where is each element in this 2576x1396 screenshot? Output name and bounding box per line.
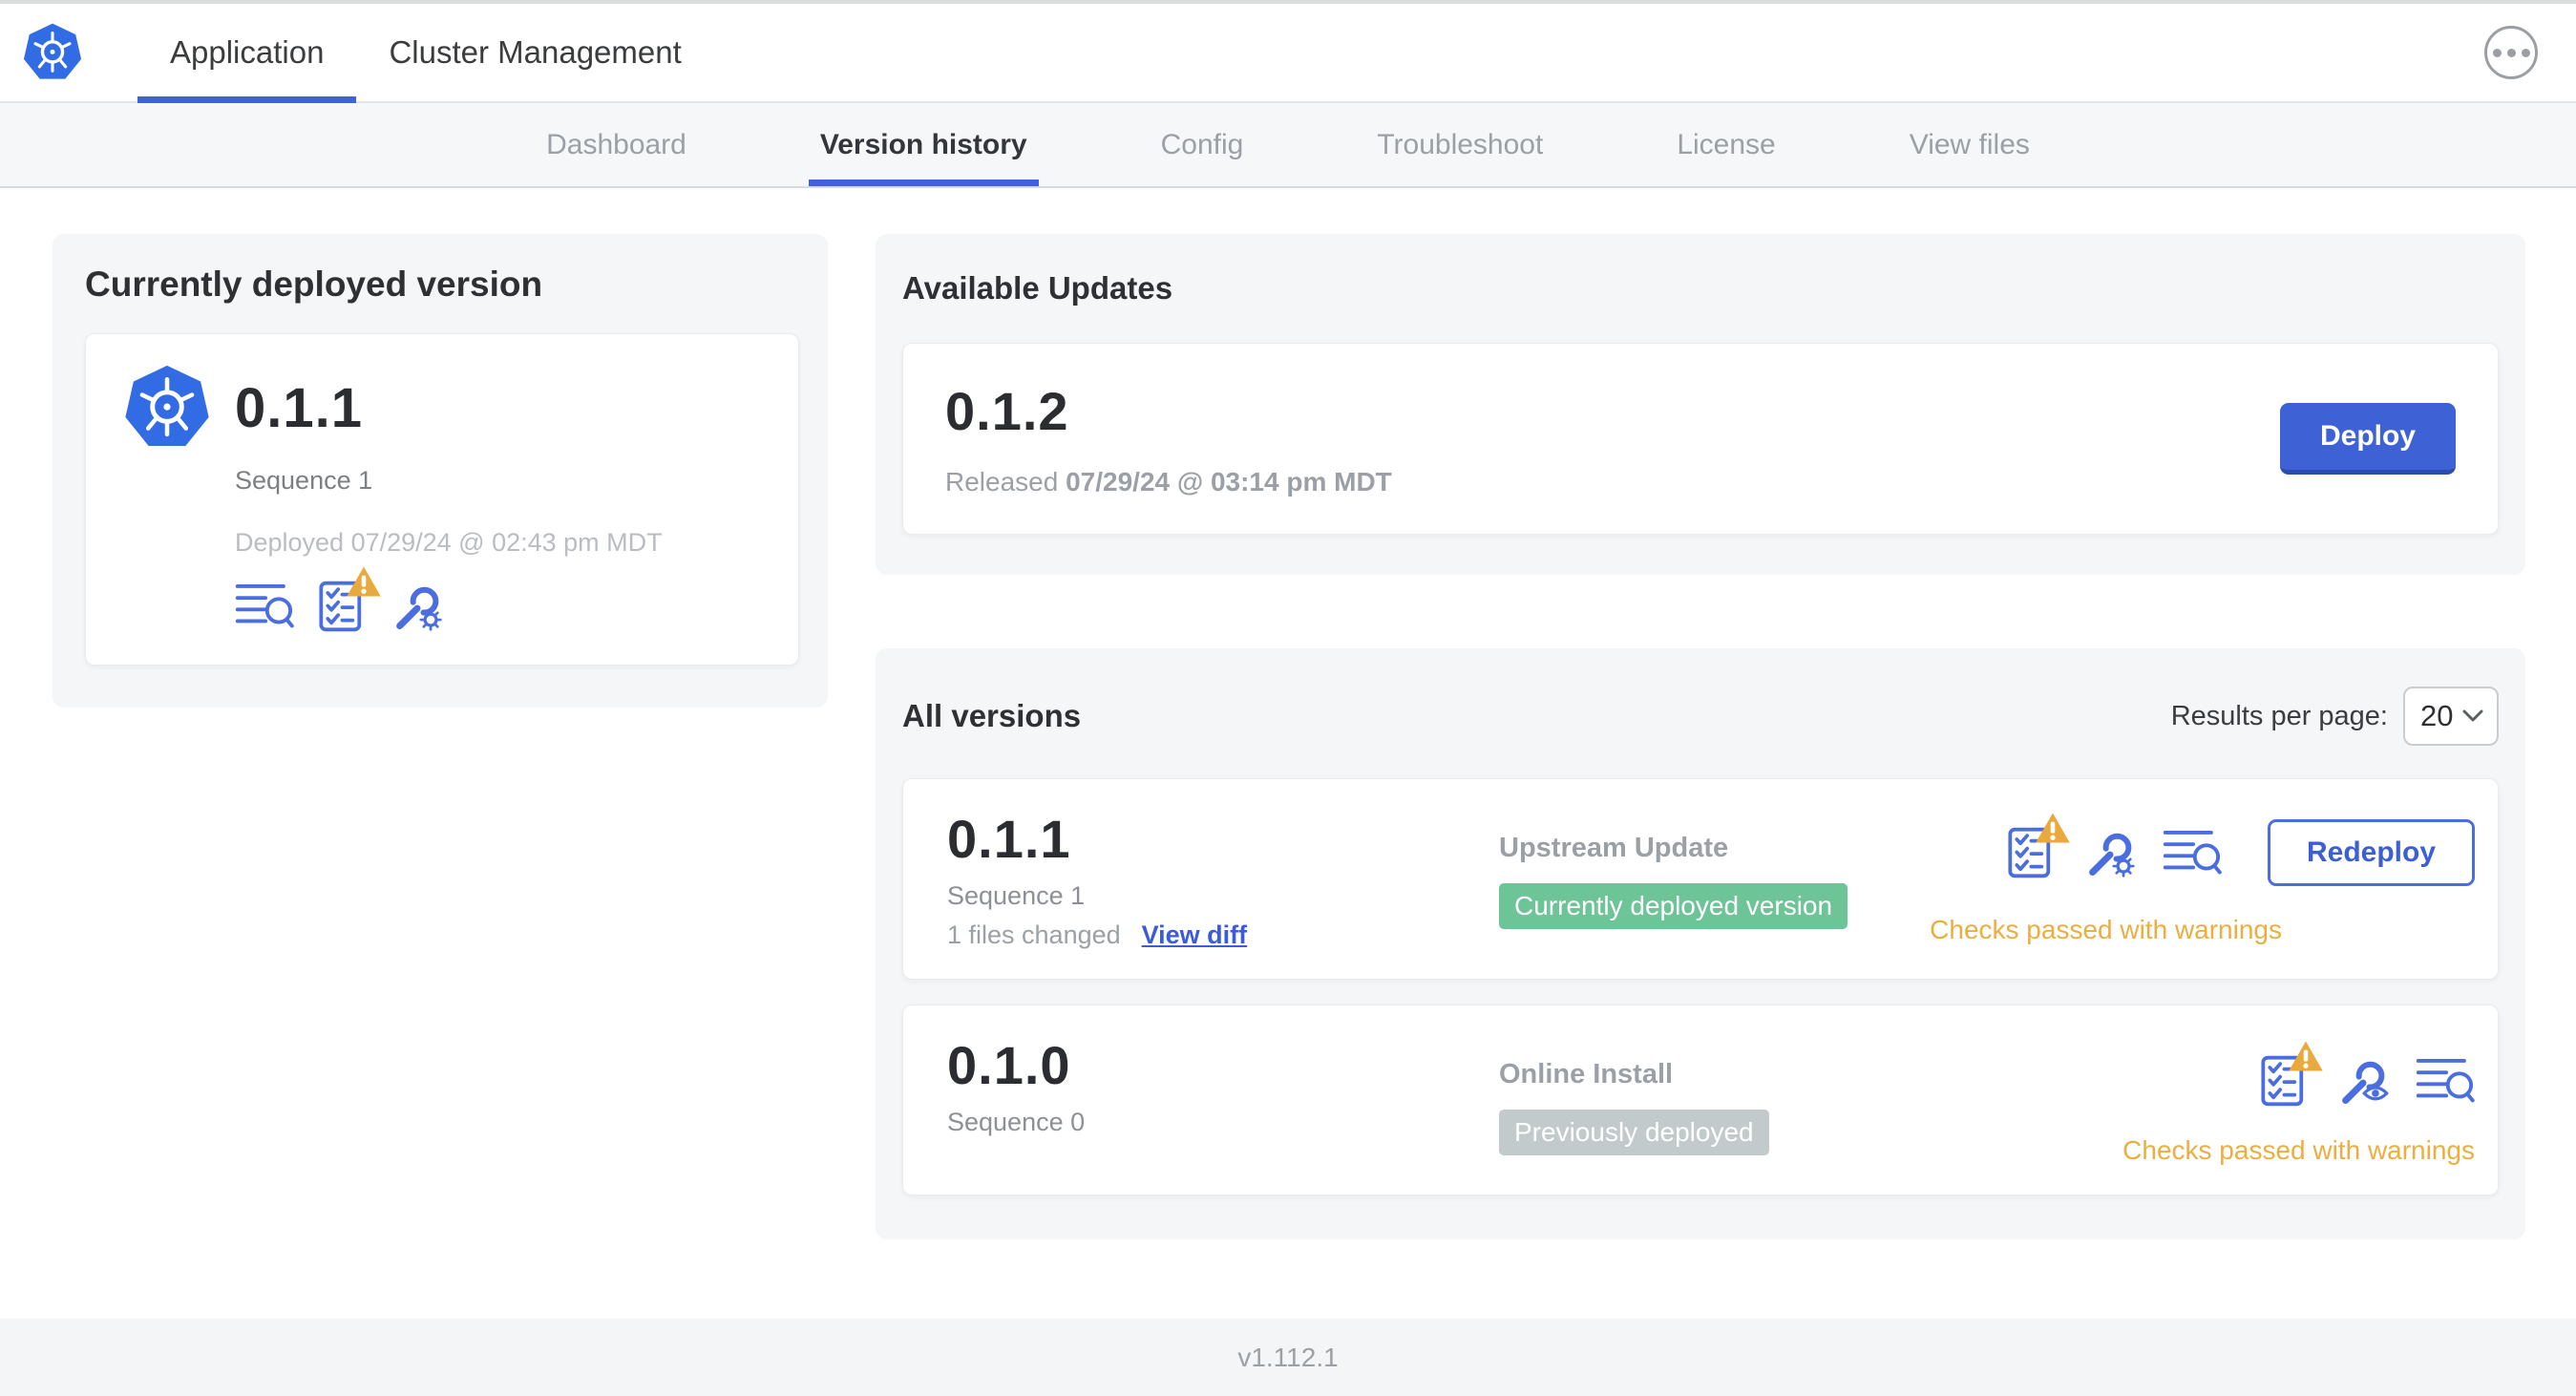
tab-license[interactable]: License — [1665, 103, 1786, 186]
app-header: Application Cluster Management — [0, 0, 2576, 103]
deploy-button[interactable]: Deploy — [2279, 403, 2456, 475]
row-version-number: 0.1.0 — [947, 1035, 1071, 1095]
tab-version-history[interactable]: Version history — [808, 103, 1039, 186]
results-per-page-label: Results per page: — [2170, 700, 2388, 731]
redeploy-button[interactable]: Redeploy — [2267, 819, 2475, 886]
currently-deployed-card: Currently deployed version 0.1.1 Sequenc… — [53, 234, 828, 708]
ellipsis-menu-icon[interactable] — [2484, 26, 2538, 79]
results-per-page-select[interactable]: 20 — [2403, 687, 2499, 746]
row-version-number: 0.1.1 — [947, 809, 1071, 869]
deployed-sequence: Sequence 1 — [235, 466, 373, 495]
update-row: 0.1.2 Released 07/29/24 @ 03:14 pm MDT D… — [902, 343, 2499, 535]
release-notes-icon[interactable] — [235, 581, 294, 632]
preflight-checks-warning-icon[interactable] — [2259, 1041, 2323, 1107]
row-sequence: Sequence 0 — [947, 1108, 1086, 1136]
currently-deployed-title: Currently deployed version — [85, 264, 543, 304]
all-versions-title: All versions — [902, 698, 1082, 733]
view-config-icon[interactable] — [2337, 1055, 2389, 1107]
tab-config[interactable]: Config — [1150, 103, 1256, 186]
deployed-timestamp: Deployed 07/29/24 @ 02:43 pm MDT — [235, 528, 663, 557]
status-badge: Previously deployed — [1499, 1110, 1769, 1155]
preflight-checks-warning-icon[interactable] — [317, 566, 381, 632]
console-version: v1.112.1 — [1237, 1342, 1339, 1372]
row-sequence: Sequence 1 — [947, 881, 1086, 910]
app-footer: v1.112.1 — [0, 1319, 2576, 1396]
preflight-result-link[interactable]: Checks passed with warnings — [1930, 915, 2282, 945]
tab-troubleshoot[interactable]: Troubleshoot — [1365, 103, 1554, 186]
preflight-result-link[interactable]: Checks passed with warnings — [2122, 1135, 2475, 1166]
tab-view-files[interactable]: View files — [1898, 103, 2041, 186]
deployed-version-detail: 0.1.1 Sequence 1 Deployed 07/29/24 @ 02:… — [85, 333, 799, 666]
warning-triangle-icon — [347, 566, 381, 597]
release-notes-icon[interactable] — [2416, 1055, 2475, 1107]
deployed-version-number: 0.1.1 — [235, 376, 363, 439]
version-source-label: Online Install — [1499, 1059, 1674, 1089]
release-notes-icon[interactable] — [2163, 827, 2222, 878]
version-row-0-1-0: 0.1.0 Sequence 0 Online Install Previous… — [902, 1005, 2499, 1195]
version-source-label: Upstream Update — [1499, 833, 1729, 863]
tab-application[interactable]: Application — [137, 4, 357, 103]
view-diff-link[interactable]: View diff — [1142, 920, 1248, 950]
tab-cluster-management[interactable]: Cluster Management — [356, 4, 713, 101]
kubernetes-logo-icon — [124, 365, 210, 451]
status-badge: Currently deployed version — [1499, 883, 1848, 929]
available-updates-card: Available Updates 0.1.2 Released 07/29/2… — [876, 234, 2525, 575]
warning-triangle-icon — [2289, 1041, 2323, 1071]
all-versions-card: All versions Results per page: 20 0.1.1 … — [876, 648, 2525, 1239]
config-icon[interactable] — [391, 581, 443, 632]
version-row-0-1-1: 0.1.1 Sequence 1 1 files changed View di… — [902, 778, 2499, 980]
preflight-checks-warning-icon[interactable] — [2006, 813, 2070, 878]
update-released-timestamp: Released 07/29/24 @ 03:14 pm MDT — [945, 467, 1392, 497]
app-subnav: Dashboard Version history Config Trouble… — [0, 103, 2576, 188]
tab-dashboard[interactable]: Dashboard — [535, 103, 698, 186]
files-changed-label: 1 files changed — [947, 920, 1121, 949]
main-content: Currently deployed version 0.1.1 Sequenc… — [0, 188, 2576, 1239]
kubernetes-logo-icon — [23, 4, 82, 101]
update-version-number: 0.1.2 — [945, 381, 1069, 441]
chevron-down-icon — [2462, 709, 2483, 722]
config-icon[interactable] — [2084, 827, 2136, 878]
available-updates-title: Available Updates — [902, 270, 1173, 306]
warning-triangle-icon — [2036, 813, 2070, 843]
